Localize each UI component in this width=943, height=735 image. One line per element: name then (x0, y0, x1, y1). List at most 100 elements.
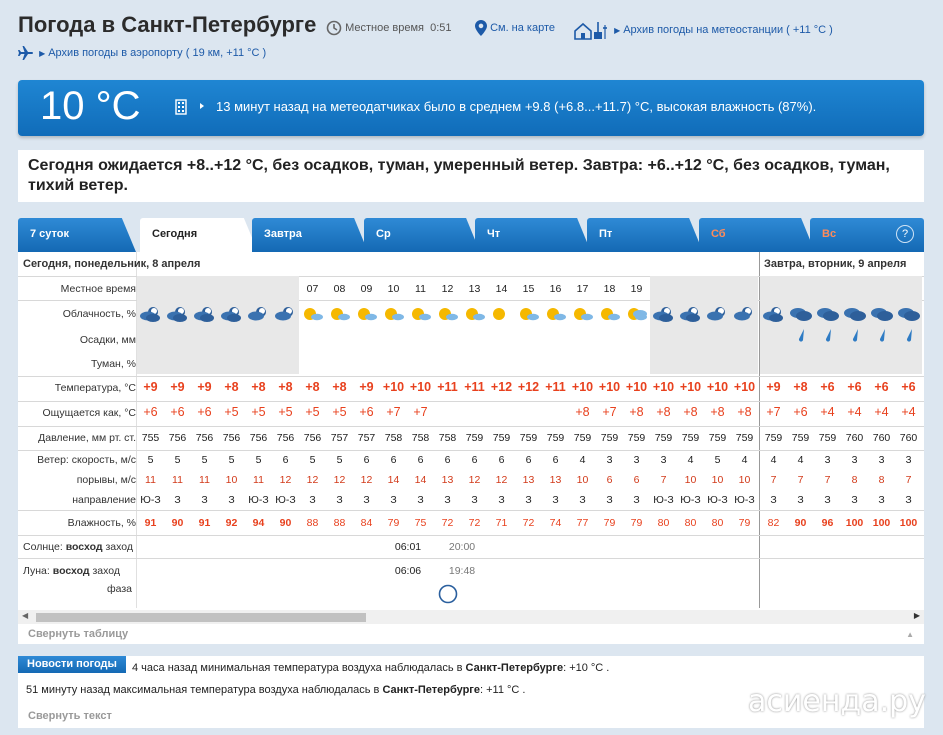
hour-cell: 19 (630, 283, 643, 295)
row-divider (18, 426, 924, 427)
temp-cell: +10 (571, 380, 594, 394)
label-sun: Солнце: восход заход (23, 541, 133, 553)
tab-today[interactable]: Сегодня (140, 218, 258, 252)
pressure-cell: 759 (573, 432, 592, 444)
humidity-cell: 90 (279, 517, 292, 529)
gust-cell: 13 (549, 474, 562, 486)
direction-cell: З (174, 494, 181, 506)
hourly-table: 100 100 100 96 90 82 79 80 80 80 79 79 77 74 72 71 72 72 7… (18, 252, 924, 644)
wind-cell: 6 (390, 454, 397, 466)
pressure-cell: 759 (627, 432, 646, 444)
direction-cell: З (228, 494, 235, 506)
direction-cell: З (797, 494, 804, 506)
tab-thursday[interactable]: Чт (475, 218, 591, 252)
current-temperature: 10 °C (40, 84, 141, 128)
direction-cell: З (824, 494, 831, 506)
temp-cell: +6 (820, 380, 835, 394)
table-scrollbar[interactable]: ◀ ▶ (18, 610, 924, 624)
cloudy-icon (898, 308, 920, 321)
temp-cell: +10 (706, 380, 729, 394)
label-moon-set: заход (92, 565, 121, 577)
pressure-cell: 758 (411, 432, 430, 444)
pressure-cell: 758 (438, 432, 457, 444)
news-line1-text: 4 часа назад минимальная температура воз… (132, 662, 463, 674)
help-icon[interactable]: ? (896, 225, 914, 243)
humidity-cell: 100 (845, 517, 864, 529)
today-header: Сегодня, понедельник, 8 апреля (23, 258, 201, 270)
direction-cell: З (471, 494, 478, 506)
hour-cell: 13 (468, 283, 481, 295)
map-link-label[interactable]: См. на карте (490, 22, 555, 34)
gust-cell: 13 (522, 474, 535, 486)
temp-cell: +6 (874, 380, 889, 394)
collapse-arrow-icon[interactable]: ▲ (906, 630, 914, 639)
direction-cell: Ю-З (707, 494, 728, 506)
wind-cell: 5 (228, 454, 235, 466)
collapse-table-button[interactable]: Свернуть таблицу (28, 628, 128, 640)
wind-cell: 3 (660, 454, 667, 466)
gust-cell: 7 (905, 474, 912, 486)
station-archive-label[interactable]: Архив погоды на метеостанции ( +11 °C ) (623, 24, 833, 36)
wind-cell: 5 (201, 454, 208, 466)
row-divider (18, 510, 924, 511)
humidity-cell: 90 (794, 517, 807, 529)
gust-cell: 6 (633, 474, 640, 486)
wind-cell: 4 (741, 454, 748, 466)
current-weather-text: 13 минут назад на метеодатчиках было в с… (216, 99, 817, 114)
hour-cell: 08 (333, 283, 346, 295)
wind-cell: 5 (309, 454, 316, 466)
scroll-right-icon[interactable]: ▶ (914, 611, 920, 620)
feels-cell: +6 (793, 405, 808, 419)
direction-cell: Ю-З (140, 494, 161, 506)
news-line2-city[interactable]: Санкт-Петербурге (382, 684, 480, 696)
humidity-cell: 96 (821, 517, 834, 529)
news-item: 4 часа назад минимальная температура воз… (132, 662, 609, 674)
station-archive-link[interactable]: ▶ Архив погоды на метеостанции ( +11 °C ) (573, 20, 833, 40)
arrow-icon: ▶ (614, 25, 621, 35)
temp-cell: +9 (766, 380, 781, 394)
feels-cell: +7 (413, 405, 428, 419)
tab-friday[interactable]: Пт (587, 218, 703, 252)
news-badge[interactable]: Новости погоды (18, 656, 126, 673)
hour-cell: 10 (387, 283, 400, 295)
airport-archive-label[interactable]: Архив погоды в аэропорту ( 19 км, +11 °C… (48, 47, 266, 59)
pressure-cell: 759 (681, 432, 700, 444)
sunrise-time: 06:01 (394, 541, 422, 553)
building-icon (175, 99, 204, 115)
partly-cloudy-night-icon (275, 307, 293, 321)
humidity-cell: 84 (360, 517, 373, 529)
feels-cell: +8 (629, 405, 644, 419)
humidity-cell: 79 (630, 517, 643, 529)
airport-archive-link[interactable]: ▶ Архив погоды в аэропорту ( 19 км, +11 °… (18, 46, 266, 60)
feels-cell: +4 (901, 405, 916, 419)
temp-cell: +10 (625, 380, 648, 394)
tab-7-days[interactable]: 7 суток (18, 218, 136, 252)
direction-cell: З (552, 494, 559, 506)
news-line1-city[interactable]: Санкт-Петербурге (466, 662, 564, 674)
scrollbar-thumb[interactable] (36, 613, 366, 622)
tab-saturday[interactable]: Сб (699, 218, 815, 252)
map-link[interactable]: См. на карте (475, 20, 555, 36)
gust-cell: 6 (606, 474, 613, 486)
label-moon-rise: восход (52, 565, 90, 577)
label-moon-phase: фаза (107, 583, 133, 595)
feels-cell: +6 (170, 405, 185, 419)
gust-cell: 10 (576, 474, 589, 486)
pressure-cell: 757 (357, 432, 376, 444)
feels-cell: +6 (197, 405, 212, 419)
feels-cell: +6 (359, 405, 374, 419)
tab-tomorrow[interactable]: Завтра (252, 218, 368, 252)
wind-cell: 3 (851, 454, 858, 466)
direction-cell: З (363, 494, 370, 506)
feels-cell: +7 (386, 405, 401, 419)
scroll-left-icon[interactable]: ◀ (22, 611, 28, 620)
temp-cell: +11 (437, 380, 458, 394)
temp-cell: +8 (251, 380, 266, 394)
collapse-text-button[interactable]: Свернуть текст (28, 710, 112, 722)
direction-cell: З (579, 494, 586, 506)
pressure-cell: 759 (465, 432, 484, 444)
sunset-time: 20:00 (448, 541, 476, 553)
tab-wednesday[interactable]: Ср (364, 218, 480, 252)
temp-cell: +8 (332, 380, 347, 394)
row-divider (18, 376, 924, 377)
